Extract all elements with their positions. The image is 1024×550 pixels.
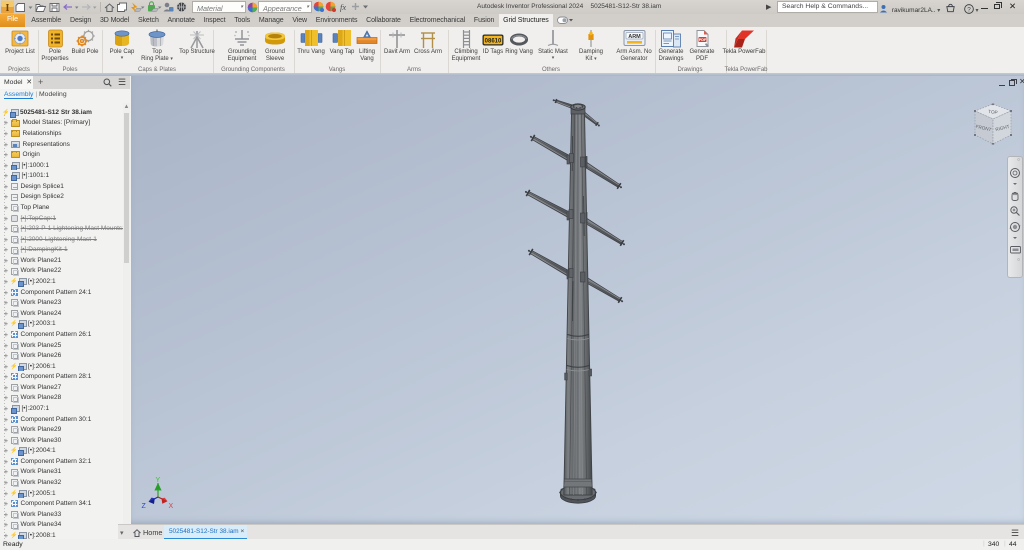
svg-text:PDF: PDF xyxy=(699,38,707,42)
svg-text:Z: Z xyxy=(142,503,147,510)
svg-text:Y: Y xyxy=(156,477,161,484)
svg-text:fx: fx xyxy=(340,2,346,12)
svg-text:?: ? xyxy=(967,6,971,13)
svg-text:I: I xyxy=(6,3,10,14)
svg-text:X: X xyxy=(169,503,174,510)
